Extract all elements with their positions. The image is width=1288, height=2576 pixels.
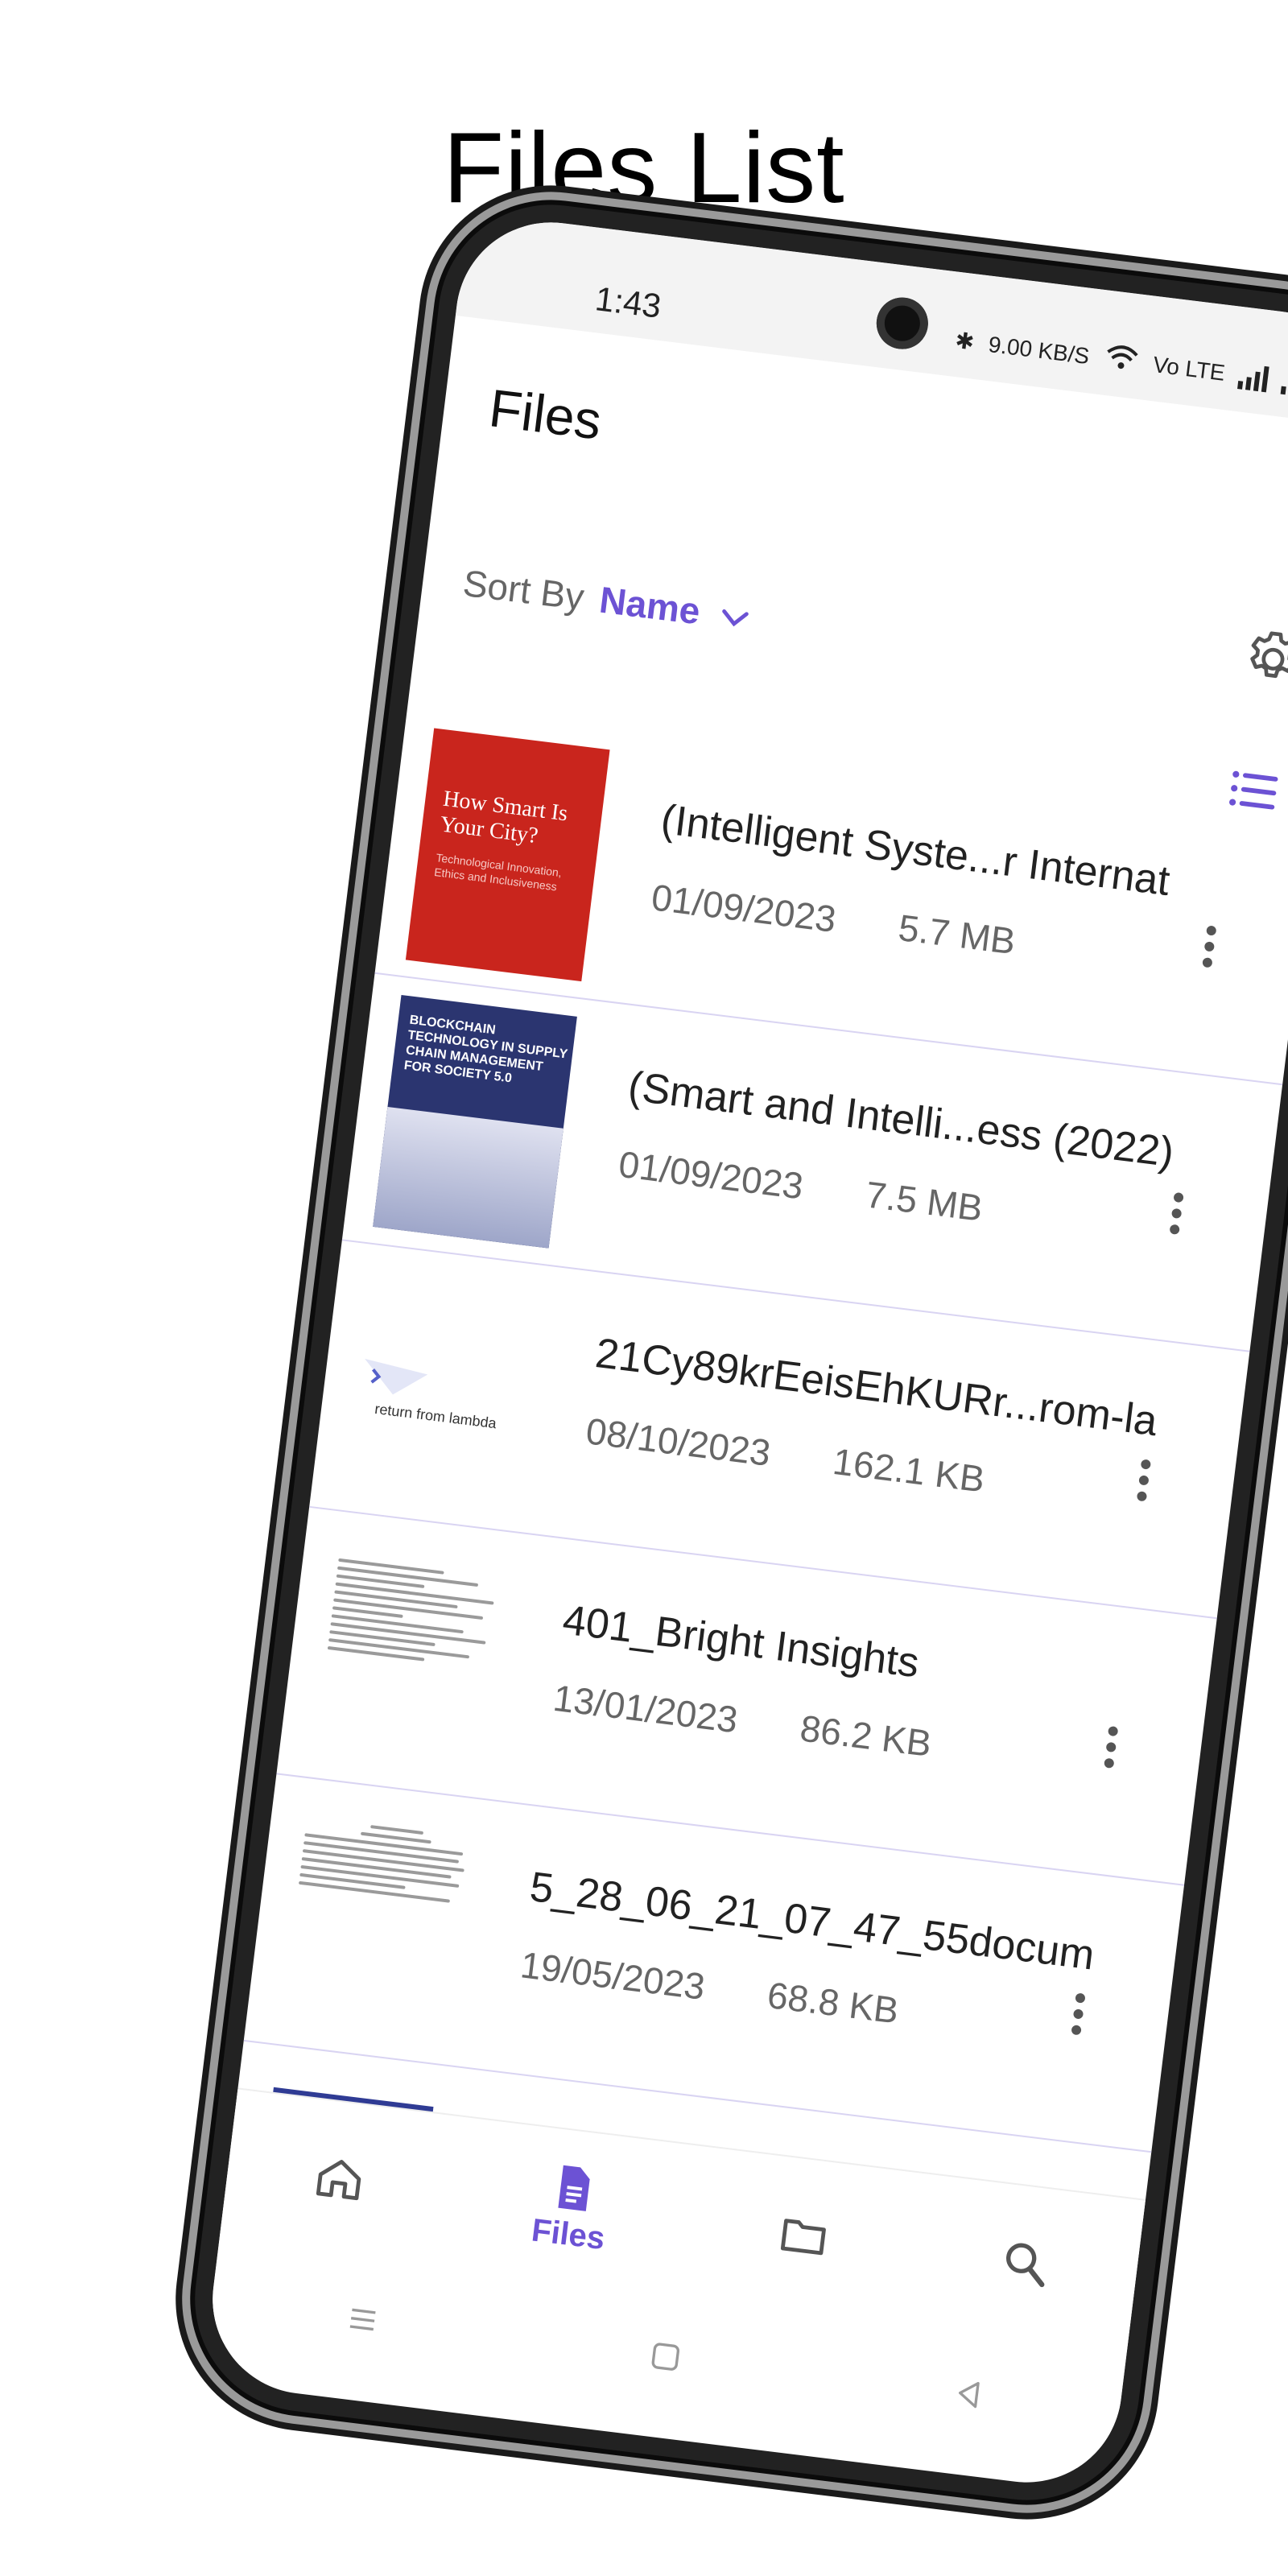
file-date: 19/05/2023 (518, 1943, 708, 2008)
thumbnail-subtitle: Technological Innovation, Ethics and Inc… (433, 851, 563, 894)
file-size: 86.2 KB (798, 1707, 934, 1765)
file-thumbnail: return from lambda (340, 1261, 545, 1516)
file-date: 01/09/2023 (616, 1142, 806, 1208)
file-thumbnail: How Smart Is Your City? Technological In… (405, 728, 610, 982)
folder-icon[interactable] (775, 2207, 832, 2264)
file-meta: 01/09/2023 7.5 MB (617, 1142, 985, 1230)
file-meta: 19/05/2023 68.8 KB (518, 1942, 902, 2032)
nav-search[interactable] (997, 2235, 1054, 2292)
home-square-icon[interactable] (643, 2334, 688, 2380)
file-date: 01/09/2023 (649, 876, 839, 940)
file-size: 5.7 MB (896, 906, 1018, 963)
signal-2-icon (1281, 366, 1288, 397)
thumbnail-title: BLOCKCHAIN TECHNOLOGY IN SUPPLY CHAIN MA… (402, 1013, 568, 1086)
nav-home[interactable] (311, 2150, 368, 2207)
more-options-icon[interactable] (1094, 1719, 1127, 1794)
status-icons: ✱ 9.00 KB/S Vo LTE 69 ⚡ (953, 324, 1288, 411)
file-thumbnail (307, 1529, 512, 1782)
file-name: 401_Bright Insights (559, 1596, 922, 1687)
sort-control[interactable]: Sort By Name (460, 560, 757, 641)
back-triangle-icon[interactable] (946, 2372, 991, 2417)
file-meta: 08/10/2023 162.1 KB (584, 1409, 987, 1501)
file-date: 08/10/2023 (584, 1410, 773, 1474)
phone-screen: 1:43 ✱ 9.00 KB/S Vo LTE 69 ⚡ Files Sort … (201, 211, 1288, 2494)
home-icon[interactable] (311, 2150, 368, 2207)
nav-files-label: Files (529, 2211, 607, 2256)
thumbnail-title: return from lambda (374, 1400, 497, 1432)
sort-label: Sort By (460, 561, 587, 618)
net-speed: 9.00 KB/S (987, 331, 1092, 369)
thumbnail-art (373, 1106, 564, 1249)
file-date: 13/01/2023 (551, 1676, 741, 1741)
phone-mockup: 1:43 ✱ 9.00 KB/S Vo LTE 69 ⚡ Files Sort … (182, 192, 1288, 2513)
more-options-icon[interactable] (1126, 1451, 1159, 1526)
wifi-icon (1101, 342, 1141, 379)
file-thumbnail (275, 1795, 479, 2050)
file-size: 68.8 KB (765, 1973, 902, 2032)
status-time: 1:43 (592, 279, 663, 325)
lambda-logo-icon (365, 1358, 428, 1395)
signal-1-icon (1237, 361, 1270, 392)
recents-menu-icon[interactable] (341, 2297, 386, 2343)
chevron-down-icon[interactable] (713, 597, 756, 640)
thumbnail-title: How Smart Is Your City? (438, 786, 569, 849)
bluetooth-icon: ✱ (953, 327, 976, 355)
search-icon[interactable] (997, 2235, 1054, 2292)
file-meta: 13/01/2023 86.2 KB (551, 1676, 934, 1765)
sort-value[interactable]: Name (597, 578, 703, 634)
file-meta: 01/09/2023 5.7 MB (649, 875, 1018, 963)
file-thumbnail: BLOCKCHAIN TECHNOLOGY IN SUPPLY CHAIN MA… (373, 995, 577, 1249)
nav-folders[interactable] (775, 2207, 832, 2264)
app-title: Files (485, 378, 605, 451)
file-size: 162.1 KB (830, 1439, 988, 1501)
front-camera (873, 294, 931, 353)
volte-label: Vo LTE (1151, 351, 1227, 386)
more-options-icon[interactable] (1159, 1185, 1192, 1260)
page-caption: Files List (443, 113, 845, 224)
more-options-icon[interactable] (1061, 1985, 1094, 2060)
more-options-icon[interactable] (1192, 918, 1225, 993)
nav-files[interactable]: Files (530, 2157, 613, 2256)
file-size: 7.5 MB (863, 1173, 985, 1229)
file-icon[interactable] (545, 2159, 602, 2216)
settings-gear-icon[interactable] (1237, 623, 1288, 695)
